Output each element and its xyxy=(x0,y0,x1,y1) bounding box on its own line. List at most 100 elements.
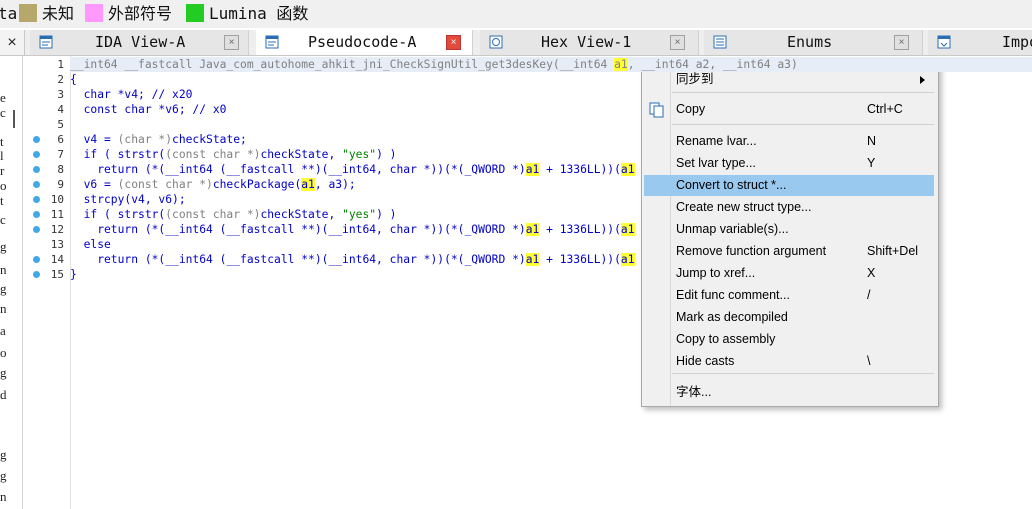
code-token: a1 xyxy=(525,223,540,236)
code-token: a1 xyxy=(525,163,540,176)
panel-text-fragment: l xyxy=(0,148,4,163)
code-token: "yes" xyxy=(342,208,377,221)
ida-view-icon xyxy=(39,35,53,49)
code-token: (const char *) xyxy=(165,148,261,161)
color-legend-bar: ta 未知 外部符号 Lumina 函数 xyxy=(0,0,1032,28)
code-token: a1 xyxy=(301,178,315,191)
menu-item-remove-function-argument[interactable]: Remove function argument Shift+Del xyxy=(644,241,934,262)
tab-label: Enums xyxy=(787,33,833,51)
functions-panel-sliver[interactable]: ectlrotcgngnaogdggn xyxy=(0,56,23,509)
panel-text-fragment: n xyxy=(0,489,7,504)
code-token: ) ) xyxy=(376,208,397,221)
code-token: "yes" xyxy=(342,148,377,161)
menu-item-label: Copy xyxy=(676,102,706,116)
code-token: (const char *) xyxy=(165,208,261,221)
menu-item-jump-to-xref[interactable]: Jump to xref... X xyxy=(644,263,934,284)
panel-text-fragment: o xyxy=(0,345,7,360)
menu-item-shortcut: X xyxy=(867,266,876,280)
code-line[interactable]: if ( strstr((const char *)checkState, "y… xyxy=(70,147,397,162)
tab-close-button[interactable]: × xyxy=(446,35,461,50)
menu-item-convert-to-struct[interactable]: Convert to struct *... xyxy=(644,175,934,196)
line-number: 3 xyxy=(57,88,64,101)
menu-item-unmap-variables[interactable]: Unmap variable(s)... xyxy=(644,219,934,240)
panel-text-fragment: g xyxy=(0,281,7,296)
breakpoint-dot-icon[interactable] xyxy=(33,226,40,233)
menu-item-hide-casts[interactable]: Hide casts \ xyxy=(644,351,934,372)
menu-item-shortcut: Y xyxy=(867,156,876,170)
menu-separator xyxy=(672,92,934,93)
menu-item-label: Rename lvar... xyxy=(676,134,757,148)
code-line[interactable]: } xyxy=(70,267,77,282)
menu-item-copy-to-assembly[interactable]: Copy to assembly xyxy=(644,329,934,350)
code-token: a1 xyxy=(614,58,628,71)
menu-item-edit-func-comment[interactable]: Edit func comment... / xyxy=(644,285,934,306)
code-token: checkState, xyxy=(260,148,343,161)
code-token: const char *v6; // x0 xyxy=(70,103,227,116)
menu-item-font[interactable]: 字体... xyxy=(644,382,934,403)
panel-close-button[interactable]: × xyxy=(0,30,25,55)
breakpoint-dot-icon[interactable] xyxy=(33,211,40,218)
code-line[interactable]: else xyxy=(70,237,111,252)
line-number: 1 xyxy=(57,58,64,71)
tab-ida-view-a[interactable]: IDA View-A × xyxy=(30,30,249,55)
code-line[interactable]: return (*(__int64 (__fastcall **)(__int6… xyxy=(70,222,635,237)
menu-separator xyxy=(672,124,934,125)
panel-text-fragment: n xyxy=(0,262,7,277)
code-line[interactable]: const char *v6; // x0 xyxy=(70,102,227,117)
code-line[interactable]: v4 = (char *)checkState; xyxy=(70,132,247,147)
code-line[interactable]: if ( strstr((const char *)checkState, "y… xyxy=(70,207,397,222)
code-token: if ( strstr( xyxy=(70,148,166,161)
menu-item-copy[interactable]: Copy Ctrl+C xyxy=(644,99,934,120)
menu-item-label: 字体... xyxy=(676,385,712,399)
tab-hex-view-1[interactable]: Hex View-1 × xyxy=(480,30,699,55)
code-token: , __int64 a2, __int64 a3) xyxy=(627,58,798,71)
breakpoint-dot-icon[interactable] xyxy=(33,151,40,158)
tab-enums[interactable]: Enums × xyxy=(704,30,923,55)
code-token: v4 = xyxy=(70,133,118,146)
menu-item-label: Copy to assembly xyxy=(676,332,776,346)
panel-text-fragment: a xyxy=(0,323,6,338)
tab-close-button[interactable]: × xyxy=(894,35,909,50)
code-line[interactable]: return (*(__int64 (__fastcall **)(__int6… xyxy=(70,162,635,177)
menu-item-shortcut: N xyxy=(867,134,877,148)
breakpoint-dot-icon[interactable] xyxy=(33,166,40,173)
menu-item-sync-to[interactable]: 同步到 xyxy=(644,69,934,90)
breakpoint-dot-icon[interactable] xyxy=(33,136,40,143)
code-line[interactable]: v6 = (const char *)checkPackage(a1, a3); xyxy=(70,177,356,192)
panel-text-fragment: g xyxy=(0,365,7,380)
panel-text-fragment: o xyxy=(0,178,7,193)
breakpoint-dot-icon[interactable] xyxy=(33,271,40,278)
tab-pseudocode-a[interactable]: Pseudocode-A × xyxy=(256,30,473,55)
tab-label: Hex View-1 xyxy=(541,33,632,51)
code-line[interactable]: char *v4; // x20 xyxy=(70,87,193,102)
code-line[interactable]: __int64 __fastcall Java_com_autohome_ahk… xyxy=(70,57,1032,72)
panel-text-fragment: g xyxy=(0,239,7,254)
code-token: a1 xyxy=(525,253,540,266)
code-token: a1 xyxy=(620,223,635,236)
code-token: ) ) xyxy=(376,148,397,161)
menu-item-set-lvar-type[interactable]: Set lvar type... Y xyxy=(644,153,934,174)
code-line[interactable]: { xyxy=(70,72,77,87)
tab-close-button[interactable]: × xyxy=(670,35,685,50)
breakpoint-dot-icon[interactable] xyxy=(33,181,40,188)
legend-label-lumina: Lumina 函数 xyxy=(209,4,309,23)
menu-item-shortcut: Shift+Del xyxy=(867,244,919,258)
code-token: + 1336LL))( xyxy=(539,163,621,176)
breakpoint-dot-icon[interactable] xyxy=(33,196,40,203)
breakpoint-dot-icon[interactable] xyxy=(33,256,40,263)
menu-item-shortcut: / xyxy=(867,288,871,302)
code-token: checkPackage( xyxy=(212,178,302,191)
tab-close-button[interactable]: × xyxy=(224,35,239,50)
code-line[interactable]: strcpy(v4, v6); xyxy=(70,192,186,207)
menu-item-label: Jump to xref... xyxy=(676,266,756,280)
code-line[interactable]: return (*(__int64 (__fastcall **)(__int6… xyxy=(70,252,635,267)
menu-item-rename-lvar[interactable]: Rename lvar... N xyxy=(644,131,934,152)
code-token: else xyxy=(70,238,111,251)
tab-imports[interactable]: Impo xyxy=(928,30,1032,55)
code-token: { xyxy=(70,73,77,86)
menu-item-mark-as-decompiled[interactable]: Mark as decompiled xyxy=(644,307,934,328)
code-token: + 1336LL))( xyxy=(539,253,621,266)
line-number: 2 xyxy=(57,73,64,86)
menu-item-shortcut: \ xyxy=(867,354,871,368)
menu-item-create-struct-type[interactable]: Create new struct type... xyxy=(644,197,934,218)
